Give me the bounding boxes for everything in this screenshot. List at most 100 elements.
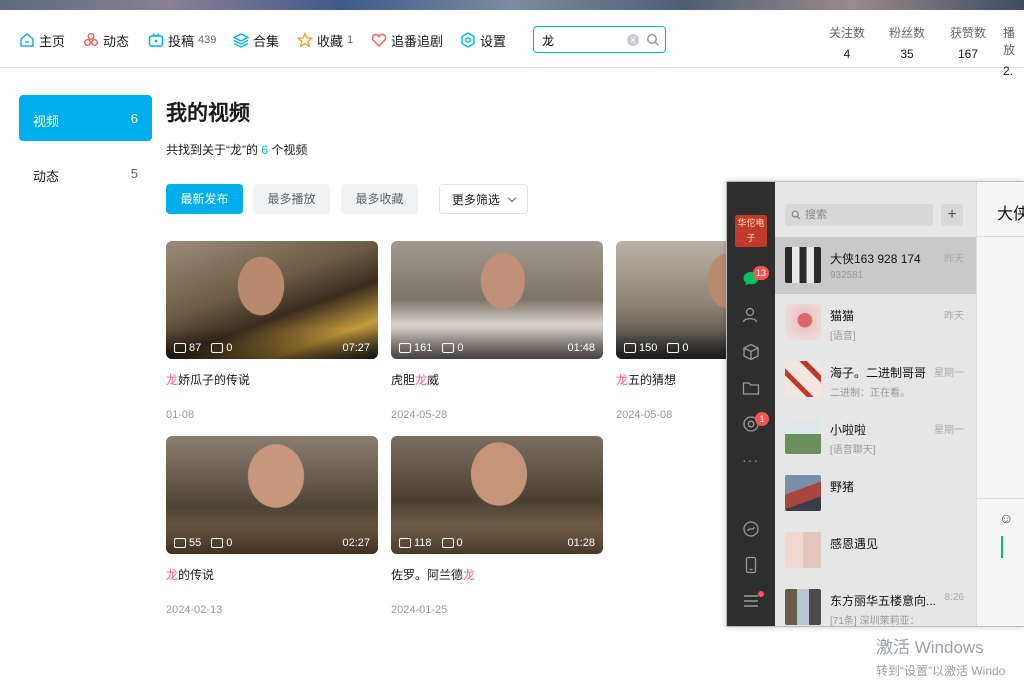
user-avatar[interactable]: 华佗电子 [735, 215, 767, 247]
phone-icon[interactable] [742, 556, 760, 574]
video-title[interactable]: 龙的传说 [166, 566, 378, 582]
avatar [785, 247, 821, 283]
nav-posts[interactable]: 投稿 439 [148, 30, 216, 50]
nav-favorites-label: 收藏 [317, 33, 344, 49]
title-highlight: 龙 [166, 568, 179, 582]
conversation-time: 昨天 [944, 311, 964, 322]
result-prefix: 共找到关于“龙”的 [166, 143, 258, 157]
conversation-preview: [71条] 深圳茉莉亚： [830, 616, 920, 627]
nav-collection[interactable]: 合集 [233, 30, 279, 50]
conversation-item[interactable]: 海子。二进制哥哥 星期一 二进制：正在看。 [775, 351, 976, 408]
sidebar-item-dynamic[interactable]: 动态 5 [19, 150, 152, 196]
nav-favorites-count: 1 [347, 34, 354, 46]
danmaku-count: 0 [456, 537, 463, 549]
settings-icon [461, 32, 475, 48]
danmaku-icon [442, 343, 455, 353]
conversation-name: 大侠163 928 174 [830, 252, 921, 266]
conversation-preview: [语音] [830, 331, 856, 342]
video-date: 2024-02-13 [166, 604, 223, 616]
menu-dot [758, 591, 764, 597]
add-chat-button[interactable]: + [941, 204, 963, 226]
video-card[interactable]: 161 0 01:48 虎胆龙威 2024-05-28 [391, 241, 603, 421]
danmaku-count: 0 [226, 342, 233, 354]
more-icon[interactable]: ··· [742, 452, 759, 468]
chat-window: 华佗电子 13 1 ··· 搜索 + 大侠163 928 174 昨天 9325… [726, 181, 1024, 627]
stat-value: 2. [1003, 64, 1014, 78]
stat-likes: 获赞数 167 [943, 24, 993, 61]
box-icon[interactable] [742, 343, 760, 361]
title-highlight: 龙 [166, 373, 179, 387]
result-summary: 共找到关于“龙”的 6 个视频 [166, 141, 307, 158]
result-suffix: 个视频 [271, 143, 308, 157]
filter-most-fav-button[interactable]: 最多收藏 [341, 184, 418, 214]
chevron-down-icon [507, 193, 517, 203]
home-icon [20, 33, 34, 47]
nav-settings-label: 设置 [480, 33, 507, 49]
sidebar-item-video[interactable]: 视频 6 [19, 95, 152, 141]
danmaku-icon [441, 538, 454, 548]
sidebar-item-count: 6 [130, 111, 138, 126]
emoji-icon[interactable]: ☺ [999, 510, 1013, 526]
search-input[interactable] [542, 31, 622, 49]
video-title[interactable]: 虎胆龙威 [391, 371, 603, 387]
nav-dynamic[interactable]: 动态 [83, 30, 129, 50]
video-meta: 161 0 01:48 [399, 342, 595, 354]
filter-latest-button[interactable]: 最新发布 [166, 184, 243, 214]
stat-label: 关注数 [828, 26, 865, 40]
video-thumbnail[interactable]: 118 0 01:28 [391, 436, 603, 554]
conversation-item[interactable]: 感恩遇见 [775, 522, 976, 579]
contacts-icon[interactable] [742, 306, 760, 324]
conversation-time: 昨天 [944, 254, 964, 265]
nav-favorites[interactable]: 收藏 1 [297, 30, 353, 50]
conversation-preview: 932581 [830, 270, 864, 281]
video-date: 01-08 [166, 409, 195, 421]
avatar [785, 589, 821, 625]
play-icon [174, 538, 186, 548]
conversation-item[interactable]: 猫猫 昨天 [语音] [775, 294, 976, 351]
title-pre: 佐罗。阿兰德 [391, 568, 464, 582]
video-thumbnail[interactable]: 55 0 02:27 [166, 436, 378, 554]
video-title[interactable]: 龙娇瓜子的传说 [166, 371, 378, 387]
chat-search-input[interactable]: 搜索 [785, 204, 933, 226]
clear-icon[interactable]: × [627, 34, 639, 46]
video-card[interactable]: 118 0 01:28 佐罗。阿兰德龙 2024-01-25 [391, 436, 603, 616]
conversation-name: 小啦啦 [830, 423, 867, 437]
video-title[interactable]: 佐罗。阿兰德龙 [391, 566, 603, 582]
conversation-item[interactable]: 野猪 [775, 465, 976, 522]
chat-unread-badge: 13 [753, 266, 770, 280]
play-count: 87 [189, 342, 202, 354]
filter-more-dropdown[interactable]: 更多筛选 [439, 184, 528, 214]
moments-badge: 1 [755, 412, 769, 426]
danmaku-icon [211, 343, 224, 353]
stat-fans[interactable]: 粉丝数 35 [882, 24, 932, 61]
video-thumbnail[interactable]: 161 0 01:48 [391, 241, 603, 359]
play-icon [624, 343, 636, 353]
filter-most-played-button[interactable]: 最多播放 [253, 184, 330, 214]
search-icon[interactable] [646, 33, 660, 47]
video-meta: 87 0 07:27 [174, 342, 370, 354]
conversation-time: 8:26 [944, 592, 964, 603]
stat-following[interactable]: 关注数 4 [822, 24, 872, 61]
video-card[interactable]: 55 0 02:27 龙的传说 2024-02-13 [166, 436, 378, 616]
chat-sidebar: 华佗电子 13 1 ··· [727, 182, 775, 626]
search-box: × [533, 26, 666, 53]
nav-settings[interactable]: 设置 [460, 30, 506, 50]
top-nav: 主页 动态 投稿 439 合集 收藏 1 追番追剧 设置 × 关注数 4 粉丝数… [0, 10, 1024, 78]
folder-icon[interactable] [742, 379, 760, 397]
play-count: 150 [639, 342, 658, 354]
conversation-item[interactable]: 大侠163 928 174 昨天 932581 [775, 237, 976, 294]
video-thumbnail[interactable]: 87 0 07:27 [166, 241, 378, 359]
stat-label: 播放 [1003, 26, 1016, 57]
conversation-item[interactable]: 东方丽华五楼意向... 8:26 [71条] 深圳茉莉亚： [775, 579, 976, 636]
nav-home[interactable]: 主页 [19, 30, 65, 50]
title-highlight: 龙 [616, 373, 629, 387]
conversation-item[interactable]: 小啦啦 星期一 [语音聊天] [775, 408, 976, 465]
sidebar-item-label: 视频 [33, 114, 60, 129]
mini-program-icon[interactable] [742, 520, 760, 538]
video-meta: 118 0 01:28 [399, 537, 595, 549]
video-card[interactable]: 87 0 07:27 龙娇瓜子的传说 01-08 [166, 241, 378, 421]
nav-bangumi[interactable]: 追番追剧 [371, 30, 443, 50]
message-input-caret[interactable] [1001, 536, 1003, 558]
top-banner [0, 0, 1024, 10]
title-rest: 五的猜想 [628, 373, 677, 387]
